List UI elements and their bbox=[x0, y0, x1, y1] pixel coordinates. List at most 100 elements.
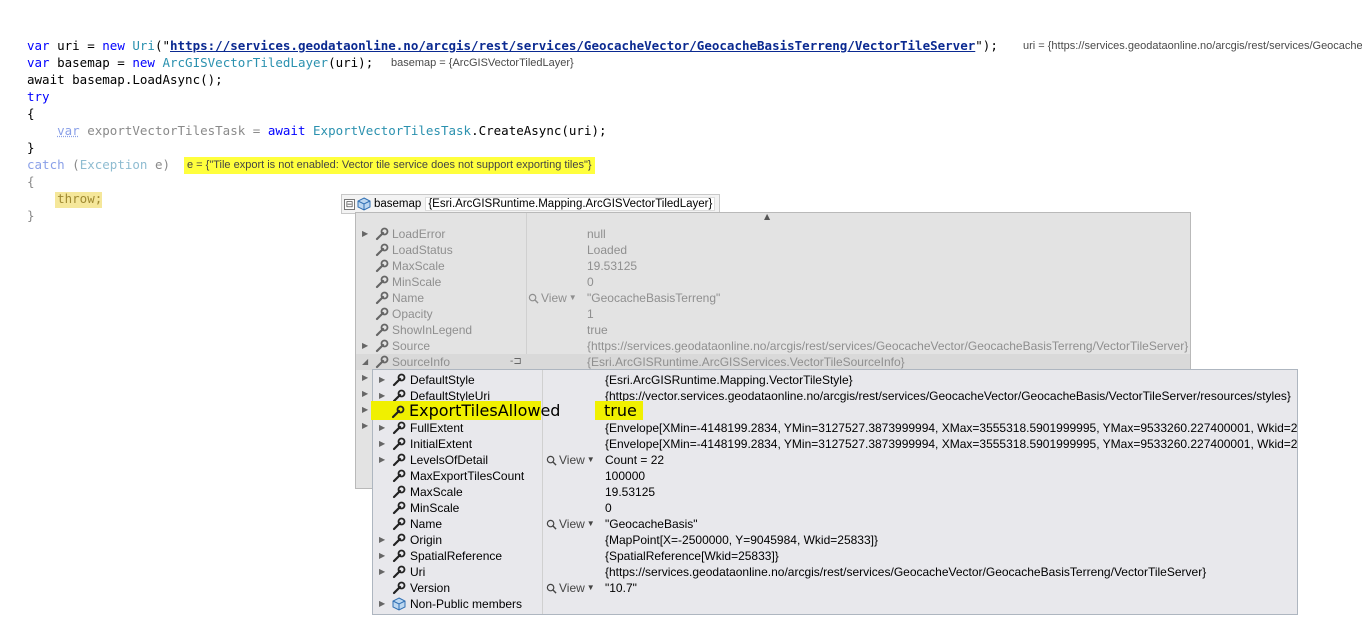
property-name[interactable]: Uri bbox=[410, 564, 425, 580]
uri-datatip[interactable]: uri = {https://services.geodataonline.no… bbox=[1020, 40, 1362, 52]
code-text: ; bbox=[94, 191, 103, 206]
exception-datatip[interactable]: e = {"Tile export is not enabled: Vector… bbox=[184, 157, 595, 174]
expand-arrow-icon[interactable]: ▶ bbox=[362, 373, 368, 382]
scroll-up-icon[interactable]: ▲ bbox=[764, 212, 770, 221]
property-value[interactable]: 0 bbox=[605, 500, 612, 516]
property-value[interactable]: {https://services.geodataonline.no/arcgi… bbox=[587, 338, 1188, 354]
property-value[interactable]: {Envelope[XMin=-4148199.2834, YMin=31275… bbox=[605, 420, 1297, 436]
collapse-arrow-icon[interactable]: ◢ bbox=[362, 357, 368, 366]
code-text: (" bbox=[154, 38, 171, 53]
property-wrench-icon bbox=[375, 323, 389, 337]
datatip-header[interactable]: ⊟ basemap {Esri.ArcGISRuntime.Mapping.Ar… bbox=[341, 194, 721, 214]
property-name[interactable]: Source bbox=[392, 338, 430, 354]
property-value[interactable]: true bbox=[604, 403, 637, 419]
code-line-11[interactable]: } bbox=[27, 208, 35, 224]
property-value[interactable]: {MapPoint[X=-2500000, Y=9045984, Wkid=25… bbox=[605, 532, 878, 548]
expand-arrow-icon[interactable]: ▶ bbox=[362, 229, 368, 238]
property-value[interactable]: null bbox=[587, 226, 606, 242]
expand-arrow-icon[interactable]: ▶ bbox=[379, 423, 385, 432]
code-line-8[interactable]: catch (Exception e) bbox=[27, 157, 170, 173]
property-name[interactable]: MinScale bbox=[392, 274, 441, 290]
property-name[interactable]: LevelsOfDetail bbox=[410, 452, 488, 468]
code-line-2[interactable]: var basemap = new ArcGISVectorTiledLayer… bbox=[27, 55, 373, 71]
expand-arrow-icon[interactable]: ▶ bbox=[379, 599, 385, 608]
expand-arrow-icon[interactable]: ▶ bbox=[362, 341, 368, 350]
property-name[interactable]: ExportTilesAllowed bbox=[409, 403, 560, 419]
expand-arrow-icon[interactable]: ▶ bbox=[379, 535, 385, 544]
expand-arrow-icon[interactable]: ▶ bbox=[379, 439, 385, 448]
property-name[interactable]: MaxScale bbox=[392, 258, 445, 274]
expand-arrow-icon[interactable]: ▶ bbox=[379, 551, 385, 560]
property-value[interactable]: 19.53125 bbox=[605, 484, 655, 500]
datatip-variable-value[interactable]: {Esri.ArcGISRuntime.Mapping.ArcGISVector… bbox=[425, 197, 716, 211]
dropdown-arrow-icon[interactable]: ▼ bbox=[587, 452, 595, 468]
property-wrench-icon bbox=[375, 227, 389, 241]
collapse-icon[interactable]: ⊟ bbox=[344, 198, 355, 210]
property-value[interactable]: Count = 22 bbox=[605, 452, 664, 468]
property-name[interactable]: Name bbox=[410, 516, 442, 532]
basemap-datatip[interactable]: basemap = {ArcGISVectorTiledLayer} bbox=[388, 57, 577, 69]
view-visualizer-button[interactable]: View ▼ bbox=[546, 452, 595, 468]
code-line-4[interactable]: try bbox=[27, 89, 50, 105]
property-value[interactable]: "GeocacheBasis" bbox=[605, 516, 698, 532]
property-value[interactable]: {SpatialReference[Wkid=25833]} bbox=[605, 548, 779, 564]
property-value[interactable]: "GeocacheBasisTerreng" bbox=[587, 290, 720, 306]
dropdown-arrow-icon[interactable]: ▼ bbox=[569, 290, 577, 306]
property-name[interactable]: SourceInfo bbox=[392, 354, 450, 370]
keyword: new bbox=[102, 38, 125, 53]
property-name[interactable]: InitialExtent bbox=[410, 436, 472, 452]
property-value[interactable]: {https://services.geodataonline.no/arcgi… bbox=[605, 564, 1206, 580]
property-name[interactable]: MaxScale bbox=[410, 484, 463, 500]
dropdown-arrow-icon[interactable]: ▼ bbox=[587, 516, 595, 532]
type-name: ExportVectorTilesTask bbox=[313, 123, 472, 138]
property-value[interactable]: 19.53125 bbox=[587, 258, 637, 274]
expand-arrow-icon[interactable]: ▶ bbox=[362, 405, 368, 414]
code-line-5[interactable]: { bbox=[27, 106, 35, 122]
property-name[interactable]: ShowInLegend bbox=[392, 322, 472, 338]
expand-arrow-icon[interactable]: ▶ bbox=[379, 455, 385, 464]
property-value[interactable]: Loaded bbox=[587, 242, 627, 258]
property-name[interactable]: MaxExportTilesCount bbox=[410, 468, 524, 484]
dropdown-arrow-icon[interactable]: ▼ bbox=[587, 580, 595, 596]
code-line-10[interactable]: throw; bbox=[27, 191, 102, 207]
property-name[interactable]: MinScale bbox=[410, 500, 459, 516]
property-name[interactable]: LoadError bbox=[392, 226, 445, 242]
property-name[interactable]: Version bbox=[410, 580, 450, 596]
property-value[interactable]: {Esri.ArcGISRuntime.Mapping.VectorTileSt… bbox=[605, 372, 853, 388]
property-name[interactable]: Non-Public members bbox=[410, 596, 522, 612]
property-value[interactable]: {https://vector.services.geodataonline.n… bbox=[605, 388, 1291, 404]
type-name: ArcGISVectorTiledLayer bbox=[162, 55, 329, 70]
code-line-9[interactable]: { bbox=[27, 174, 35, 190]
view-visualizer-button[interactable]: View ▼ bbox=[546, 580, 595, 596]
expand-arrow-icon[interactable]: ▶ bbox=[379, 375, 385, 384]
property-value[interactable]: true bbox=[587, 322, 608, 338]
url-string[interactable]: https://services.geodataonline.no/arcgis… bbox=[170, 38, 975, 53]
view-visualizer-button[interactable]: View ▼ bbox=[546, 516, 595, 532]
code-text: { bbox=[27, 106, 35, 121]
property-wrench-icon bbox=[392, 517, 406, 531]
property-name[interactable]: Origin bbox=[410, 532, 442, 548]
property-name[interactable]: FullExtent bbox=[410, 420, 463, 436]
property-value[interactable]: 0 bbox=[587, 274, 594, 290]
property-name[interactable]: Opacity bbox=[392, 306, 433, 322]
property-wrench-icon bbox=[392, 485, 406, 499]
code-line-3[interactable]: await basemap.LoadAsync(); bbox=[27, 72, 223, 88]
property-value[interactable]: 100000 bbox=[605, 468, 645, 484]
expand-arrow-icon[interactable]: ▶ bbox=[379, 567, 385, 576]
expand-arrow-icon[interactable]: ▶ bbox=[379, 391, 385, 400]
view-visualizer-button[interactable]: View ▼ bbox=[528, 290, 577, 306]
property-name[interactable]: Name bbox=[392, 290, 424, 306]
property-name[interactable]: SpatialReference bbox=[410, 548, 502, 564]
property-name[interactable]: DefaultStyle bbox=[410, 372, 475, 388]
expand-arrow-icon[interactable]: ▶ bbox=[362, 421, 368, 430]
property-name[interactable]: LoadStatus bbox=[392, 242, 453, 258]
expand-arrow-icon[interactable]: ▶ bbox=[362, 389, 368, 398]
code-line-7[interactable]: } bbox=[27, 140, 35, 156]
property-value[interactable]: {Esri.ArcGISRuntime.ArcGISServices.Vecto… bbox=[587, 354, 905, 370]
property-value[interactable]: {Envelope[XMin=-4148199.2834, YMin=31275… bbox=[605, 436, 1297, 452]
property-value[interactable]: "10.7" bbox=[605, 580, 637, 596]
code-line-6[interactable]: var exportVectorTilesTask = await Export… bbox=[27, 123, 606, 139]
property-value[interactable]: 1 bbox=[587, 306, 594, 322]
pin-icon[interactable]: -⊐ bbox=[510, 356, 522, 367]
code-line-1[interactable]: var uri = new Uri("https://services.geod… bbox=[27, 38, 998, 54]
